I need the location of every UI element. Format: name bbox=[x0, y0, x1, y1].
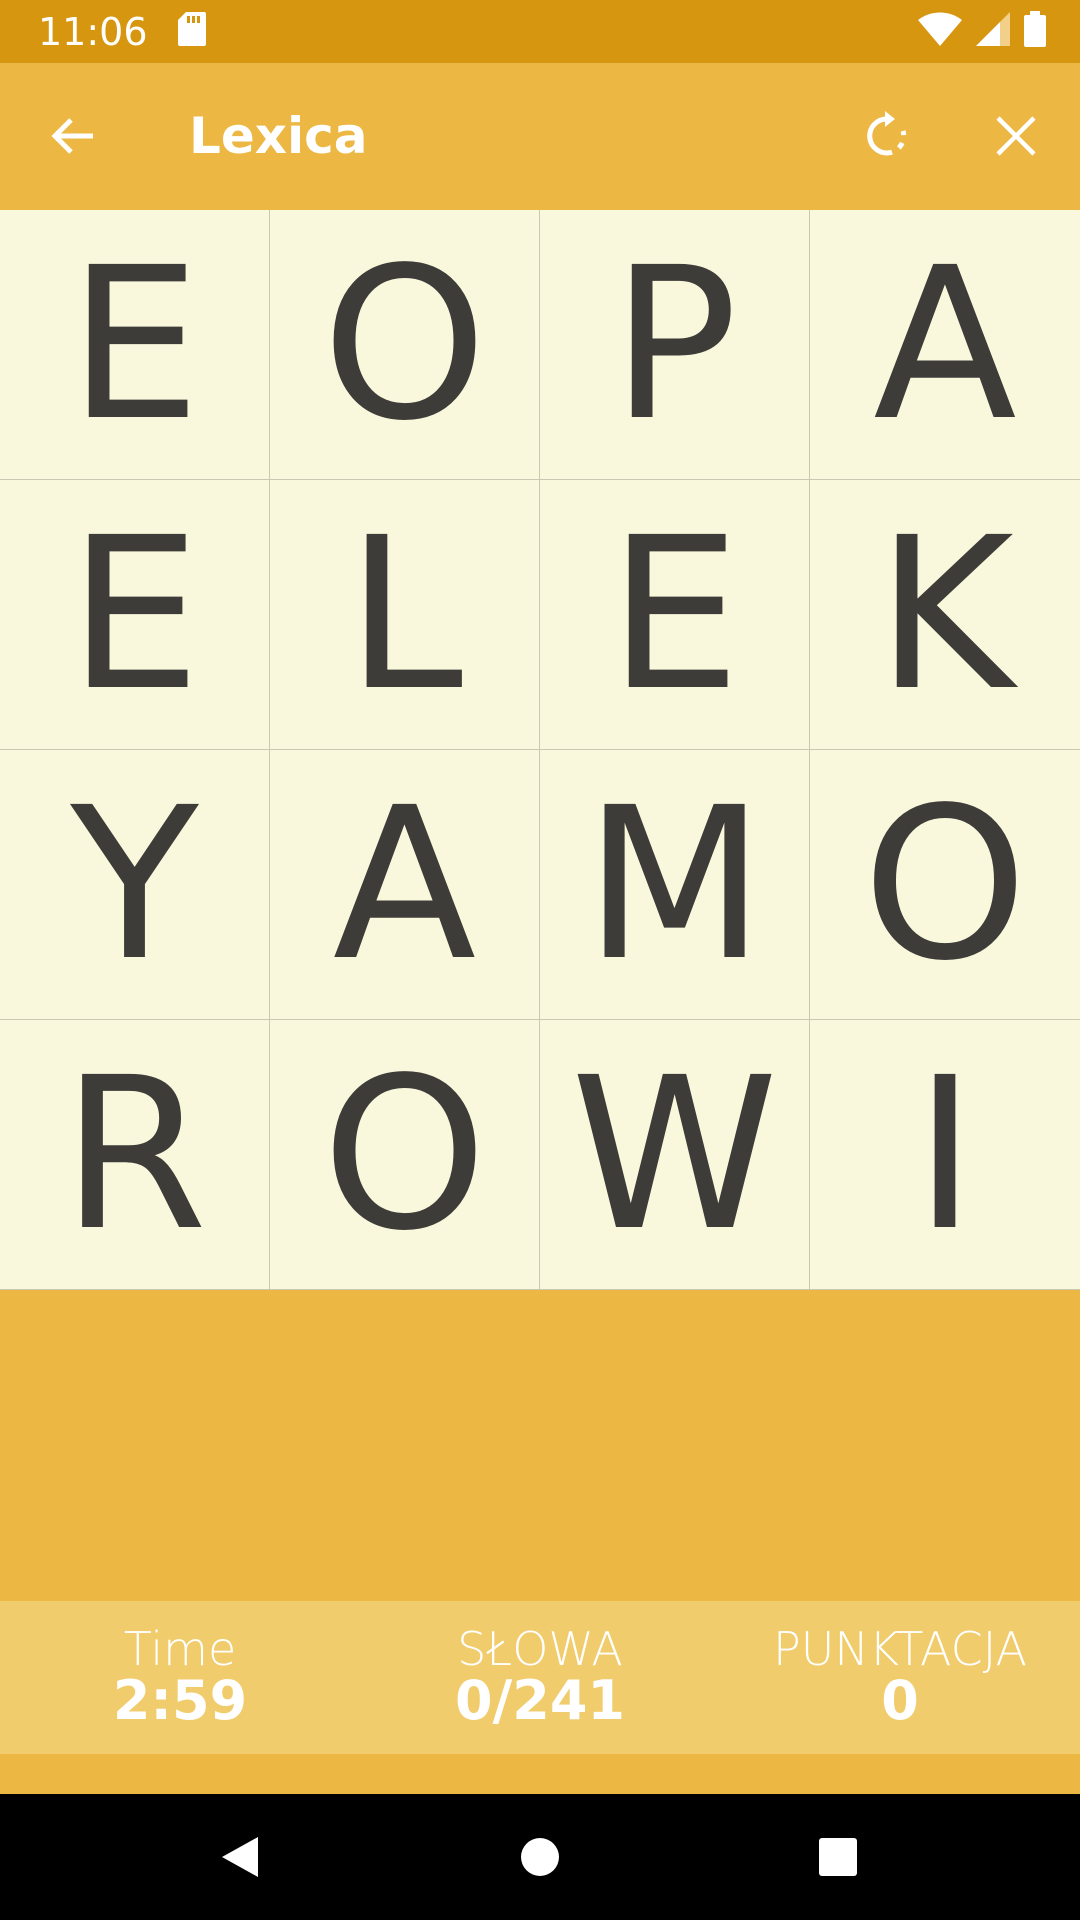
circle-home-icon bbox=[521, 1838, 559, 1876]
letter-tile[interactable]: O bbox=[270, 210, 540, 480]
letter-tile[interactable]: M bbox=[540, 750, 810, 1020]
letter-tile[interactable]: A bbox=[270, 750, 540, 1020]
signal-icon bbox=[976, 12, 1010, 51]
words-stat: SŁOWA 0/241 bbox=[360, 1601, 720, 1754]
letter-tile[interactable]: E bbox=[540, 480, 810, 750]
status-bar: 11:06 bbox=[0, 0, 1080, 63]
current-word-area bbox=[0, 1290, 1080, 1601]
letter-tile[interactable]: E bbox=[0, 480, 270, 750]
close-icon bbox=[996, 116, 1036, 156]
refresh-button[interactable] bbox=[840, 88, 936, 184]
stats-bar: Time 2:59 SŁOWA 0/241 PUNKTACJA 0 bbox=[0, 1601, 1080, 1754]
sd-card-icon bbox=[177, 12, 206, 51]
wifi-icon bbox=[918, 12, 962, 51]
letter-tile[interactable]: K bbox=[810, 480, 1080, 750]
nav-recents-button[interactable] bbox=[803, 1822, 873, 1892]
status-left: 11:06 bbox=[38, 10, 206, 54]
time-label: Time bbox=[123, 1622, 237, 1676]
close-button[interactable] bbox=[968, 88, 1064, 184]
back-arrow-icon bbox=[51, 118, 93, 154]
score-value: 0 bbox=[881, 1669, 919, 1733]
status-right bbox=[918, 11, 1046, 52]
letter-board: E O P A E L E K Y A M O R O W I bbox=[0, 210, 1080, 1290]
navigation-bar bbox=[0, 1794, 1080, 1920]
letter-tile[interactable]: E bbox=[0, 210, 270, 480]
app-bar: Lexica bbox=[0, 63, 1080, 210]
words-label: SŁOWA bbox=[457, 1622, 623, 1676]
nav-home-button[interactable] bbox=[505, 1822, 575, 1892]
nav-back-button[interactable] bbox=[205, 1822, 275, 1892]
triangle-back-icon bbox=[222, 1837, 258, 1877]
app-title: Lexica bbox=[189, 107, 368, 165]
letter-tile[interactable]: P bbox=[540, 210, 810, 480]
back-button[interactable] bbox=[25, 88, 121, 184]
letter-tile[interactable]: Y bbox=[0, 750, 270, 1020]
letter-tile[interactable]: O bbox=[810, 750, 1080, 1020]
letter-tile[interactable]: A bbox=[810, 210, 1080, 480]
words-value: 0/241 bbox=[454, 1669, 625, 1733]
letter-tile[interactable]: I bbox=[810, 1020, 1080, 1290]
battery-icon bbox=[1024, 11, 1046, 52]
time-value: 2:59 bbox=[112, 1669, 248, 1733]
letter-tile[interactable]: O bbox=[270, 1020, 540, 1290]
letter-tile[interactable]: L bbox=[270, 480, 540, 750]
score-label: PUNKTACJA bbox=[773, 1622, 1027, 1676]
bottom-strip bbox=[0, 1754, 1080, 1794]
status-time: 11:06 bbox=[38, 9, 148, 54]
square-recents-icon bbox=[819, 1838, 857, 1876]
letter-tile[interactable]: R bbox=[0, 1020, 270, 1290]
refresh-icon bbox=[867, 111, 907, 156]
time-stat: Time 2:59 bbox=[0, 1601, 360, 1754]
letter-tile[interactable]: W bbox=[540, 1020, 810, 1290]
score-stat: PUNKTACJA 0 bbox=[720, 1601, 1080, 1754]
